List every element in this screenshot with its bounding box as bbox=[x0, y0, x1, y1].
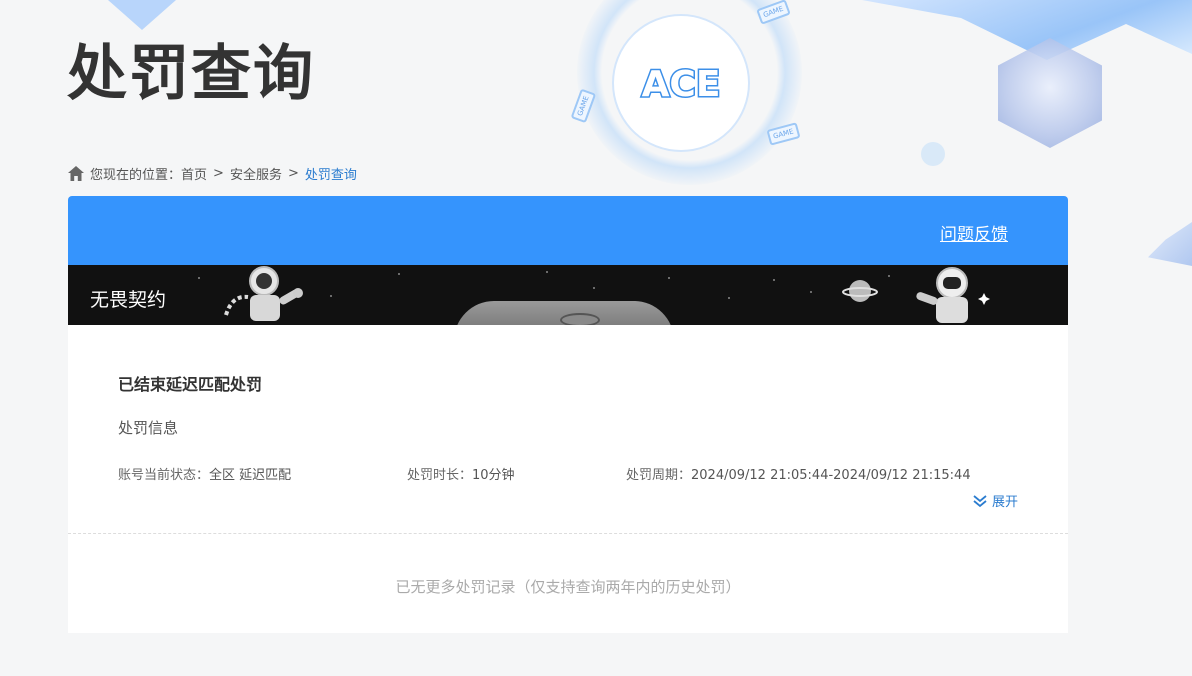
info-value: 2024/09/12 21:05:44-2024/09/12 21:15:44 bbox=[691, 468, 971, 483]
star bbox=[773, 279, 775, 281]
info-value: 全区 延迟匹配 bbox=[209, 468, 292, 483]
breadcrumb-separator: > bbox=[213, 165, 224, 181]
game-name: 无畏契约 bbox=[90, 289, 167, 311]
astronaut-illustration bbox=[916, 267, 990, 323]
expand-label: 展开 bbox=[991, 495, 1018, 510]
divider bbox=[68, 533, 1068, 534]
info-account-status: 账号当前状态：全区 延迟匹配 bbox=[118, 464, 291, 483]
character-hexagon-image bbox=[998, 38, 1102, 148]
ace-logo: ACE ACE bbox=[612, 14, 750, 152]
astronaut-illustration bbox=[224, 266, 303, 321]
page-title: 处罚查询 bbox=[67, 39, 315, 109]
decorative-dot bbox=[921, 142, 945, 166]
info-key: 处罚周期： bbox=[626, 468, 692, 483]
home-icon bbox=[68, 165, 84, 181]
decorative-wing bbox=[1148, 222, 1192, 266]
star bbox=[330, 295, 332, 297]
breadcrumb-separator: > bbox=[287, 165, 299, 181]
star bbox=[810, 291, 812, 293]
decorative-triangle bbox=[108, 0, 176, 30]
star bbox=[546, 271, 548, 273]
breadcrumb-item-home[interactable]: 首页 bbox=[181, 164, 207, 183]
punishment-record-card: 已结束延迟匹配处罚 处罚信息 账号当前状态：全区 延迟匹配 处罚时长：10分钟 … bbox=[68, 325, 1068, 633]
breadcrumb: 您现在的位置： 首页 > 安全服务 > 处罚查询 bbox=[68, 164, 357, 183]
info-value: 10分钟 bbox=[472, 468, 515, 483]
breadcrumb-prefix: 您现在的位置： bbox=[90, 167, 182, 183]
expand-button[interactable]: 展开 bbox=[972, 491, 1018, 510]
star bbox=[198, 277, 200, 279]
star bbox=[398, 273, 400, 275]
star bbox=[668, 277, 670, 279]
section-label-punishment-info: 处罚信息 bbox=[118, 419, 179, 437]
chevron-double-down-icon bbox=[973, 494, 987, 507]
banner-centerpiece-hole bbox=[560, 313, 600, 325]
planet-illustration bbox=[842, 280, 878, 302]
breadcrumb-item-current: 处罚查询 bbox=[304, 167, 357, 183]
info-key: 处罚时长： bbox=[407, 468, 473, 483]
star bbox=[888, 275, 890, 277]
star bbox=[593, 287, 595, 289]
feedback-link[interactable]: 问题反馈 bbox=[940, 220, 1008, 245]
star bbox=[728, 297, 730, 299]
ace-logo-icon: ACE ACE bbox=[640, 63, 722, 107]
info-duration: 处罚时长：10分钟 bbox=[407, 464, 515, 483]
breadcrumb-item-security[interactable]: 安全服务 bbox=[230, 164, 282, 183]
info-key: 账号当前状态： bbox=[118, 468, 210, 483]
svg-text:ACE: ACE bbox=[642, 64, 721, 105]
no-more-records-text: 已无更多处罚记录（仅支持查询两年内的历史处罚） bbox=[395, 578, 741, 596]
panel-header: 问题反馈 bbox=[68, 196, 1068, 265]
info-period: 处罚周期：2024/09/12 21:05:44-2024/09/12 21:1… bbox=[626, 464, 971, 483]
record-title: 已结束延迟匹配处罚 bbox=[118, 375, 263, 394]
game-banner: 无畏契约 bbox=[68, 265, 1068, 325]
